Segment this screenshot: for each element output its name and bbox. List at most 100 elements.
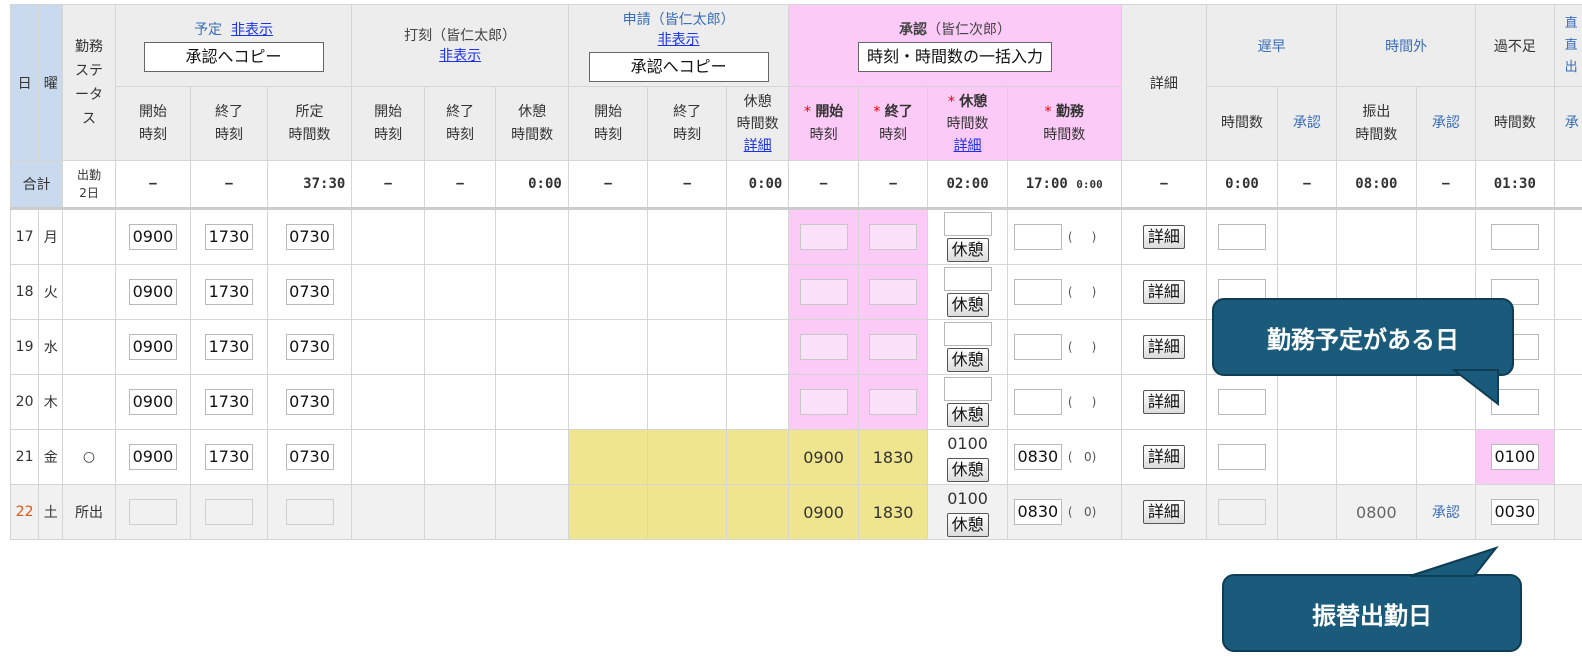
totals-kafusoku: 01:30 xyxy=(1475,160,1555,209)
row-day: 18 xyxy=(10,264,40,320)
shinsei-hide-link[interactable]: 非表示 xyxy=(658,32,700,48)
approve-start-input[interactable] xyxy=(799,389,848,415)
chisou-input[interactable] xyxy=(1217,389,1266,415)
yotei-label: 予定 xyxy=(194,21,223,38)
detail-button[interactable]: 詳細 xyxy=(1142,280,1185,304)
yotei-hours-input[interactable]: 0730 xyxy=(285,334,334,360)
yotei-start-input[interactable]: 0900 xyxy=(128,389,177,415)
callout-substitute-workday: 振替出勤日 xyxy=(1222,574,1522,652)
approve-end-input[interactable] xyxy=(869,224,918,250)
totals-cell: − xyxy=(351,160,425,209)
approve-start-input[interactable] xyxy=(799,224,848,250)
yotei-start-input[interactable]: 0900 xyxy=(128,224,177,250)
yotei-start-input[interactable]: 0900 xyxy=(128,444,177,470)
yotei-end-input[interactable]: 1730 xyxy=(204,224,253,250)
bulk-input-button[interactable]: 時刻・時間数の一括入力 xyxy=(857,41,1052,72)
row-status: 所出 xyxy=(62,484,116,540)
dakoku-hide-link[interactable]: 非表示 xyxy=(439,48,481,64)
rest-button[interactable]: 休憩 xyxy=(946,458,989,482)
header-weekday: 曜 xyxy=(38,4,64,161)
approve-end-input[interactable] xyxy=(869,279,918,305)
yotei-hours-input[interactable] xyxy=(285,499,334,525)
approve-work-input[interactable] xyxy=(1013,279,1062,305)
totals-chisou: 0:00 xyxy=(1206,160,1278,209)
approve-work-input[interactable] xyxy=(1013,334,1062,360)
yotei-hours-input[interactable]: 0730 xyxy=(285,224,334,250)
yotei-copy-button[interactable]: 承認へコピー xyxy=(143,41,324,72)
sub-chisou-approve: 承認 xyxy=(1276,86,1338,161)
totals-cell: − xyxy=(647,160,727,209)
yotei-start-input[interactable]: 0900 xyxy=(128,279,177,305)
work-paren: ( ) xyxy=(1067,285,1097,299)
approve-start-input[interactable] xyxy=(799,279,848,305)
yotei-hours-input[interactable]: 0730 xyxy=(285,444,334,470)
rest-button[interactable]: 休憩 xyxy=(946,403,989,427)
kafusoku-input[interactable]: 0030 xyxy=(1490,499,1539,525)
shinsei-copy-button[interactable]: 承認へコピー xyxy=(588,51,769,82)
row-weekday: 火 xyxy=(38,264,64,320)
detail-button[interactable]: 詳細 xyxy=(1142,445,1185,469)
yotei-hours-input[interactable]: 0730 xyxy=(285,389,334,415)
sub-shonin-end: * 終了 時刻 xyxy=(857,86,929,161)
totals-jikangai: 08:00 xyxy=(1336,160,1417,209)
approve-work-input[interactable]: 0830 xyxy=(1013,499,1062,525)
yotei-end-input[interactable]: 1730 xyxy=(204,279,253,305)
totals-cell: − xyxy=(114,160,192,209)
rest-button[interactable]: 休憩 xyxy=(946,348,989,372)
totals-shonin-work: 17:00 0:00 xyxy=(1006,160,1122,209)
sub-shonin-rest: * 休憩 時間数 詳細 xyxy=(927,86,1008,161)
furide-approve-link[interactable]: 承認 xyxy=(1415,484,1477,540)
sub-dakoku-end: 終了 時刻 xyxy=(423,86,497,161)
detail-button[interactable]: 詳細 xyxy=(1142,390,1185,414)
approve-rest-input[interactable] xyxy=(943,377,992,401)
approve-start-value: 0900 xyxy=(788,484,859,540)
rest-button[interactable]: 休憩 xyxy=(946,293,989,317)
detail-button[interactable]: 詳細 xyxy=(1142,225,1185,249)
yotei-end-input[interactable] xyxy=(204,499,253,525)
rest-button[interactable]: 休憩 xyxy=(946,238,989,262)
callout-tail-top xyxy=(1451,369,1499,407)
yotei-hours-input[interactable]: 0730 xyxy=(285,279,334,305)
yotei-start-input[interactable] xyxy=(128,499,177,525)
chisou-input[interactable] xyxy=(1217,499,1266,525)
sub-yotei-shotei: 所定 時間数 xyxy=(266,86,353,161)
shinsei-rest-detail-link[interactable]: 詳細 xyxy=(727,135,787,157)
yotei-end-input[interactable]: 1730 xyxy=(204,389,253,415)
header-yotei: 予定 非表示 承認へコピー xyxy=(114,4,353,87)
sub-yotei-start: 開始 時刻 xyxy=(114,86,192,161)
approve-end-input[interactable] xyxy=(869,334,918,360)
approve-start-input[interactable] xyxy=(799,334,848,360)
approve-work-input[interactable]: 0830 xyxy=(1013,444,1062,470)
totals-label: 合計 xyxy=(10,160,64,209)
row-weekday: 金 xyxy=(38,429,64,485)
approve-work-input[interactable] xyxy=(1013,389,1062,415)
approve-rest-input[interactable] xyxy=(943,322,992,346)
callout-tail-bottom xyxy=(1409,546,1499,577)
approve-end-input[interactable] xyxy=(869,389,918,415)
sub-jikangai-approve: 承認 xyxy=(1415,86,1477,161)
header-shonin: 承認（皆仁次郎） 時刻・時間数の一括入力 xyxy=(788,4,1122,87)
work-paren: ( ) xyxy=(1067,395,1097,409)
approve-end-value: 1830 xyxy=(857,484,929,540)
chisou-input[interactable] xyxy=(1217,224,1266,250)
yotei-end-input[interactable]: 1730 xyxy=(204,444,253,470)
detail-button[interactable]: 詳細 xyxy=(1142,335,1185,359)
totals-yotei-hours: 37:30 xyxy=(266,160,353,209)
totals-cut xyxy=(1553,160,1582,209)
approve-rest-input[interactable] xyxy=(943,267,992,291)
table-row: 22 土 所出 0900 1830 0100 休憩 0830 ( 0) 詳細 080… xyxy=(10,484,1582,540)
shonin-rest-detail-link[interactable]: 詳細 xyxy=(929,135,1007,157)
kafusoku-input[interactable] xyxy=(1490,224,1539,250)
approve-rest-input[interactable] xyxy=(943,212,992,236)
chisou-input[interactable] xyxy=(1217,444,1266,470)
kafusoku-input[interactable]: 0100 xyxy=(1490,444,1539,470)
row-day: 19 xyxy=(10,319,40,375)
yotei-hide-link[interactable]: 非表示 xyxy=(231,22,273,38)
detail-button[interactable]: 詳細 xyxy=(1142,500,1185,524)
approve-work-input[interactable] xyxy=(1013,224,1062,250)
attendance-table-wrapper: 日 曜 勤務ステータス 予定 非表示 承認へコピー 打刻（皆仁太郎） 非表示 申… xyxy=(10,4,1582,544)
yotei-start-input[interactable]: 0900 xyxy=(128,334,177,360)
totals-shonin-rest: 02:00 xyxy=(927,160,1008,209)
yotei-end-input[interactable]: 1730 xyxy=(204,334,253,360)
rest-button[interactable]: 休憩 xyxy=(946,513,989,537)
